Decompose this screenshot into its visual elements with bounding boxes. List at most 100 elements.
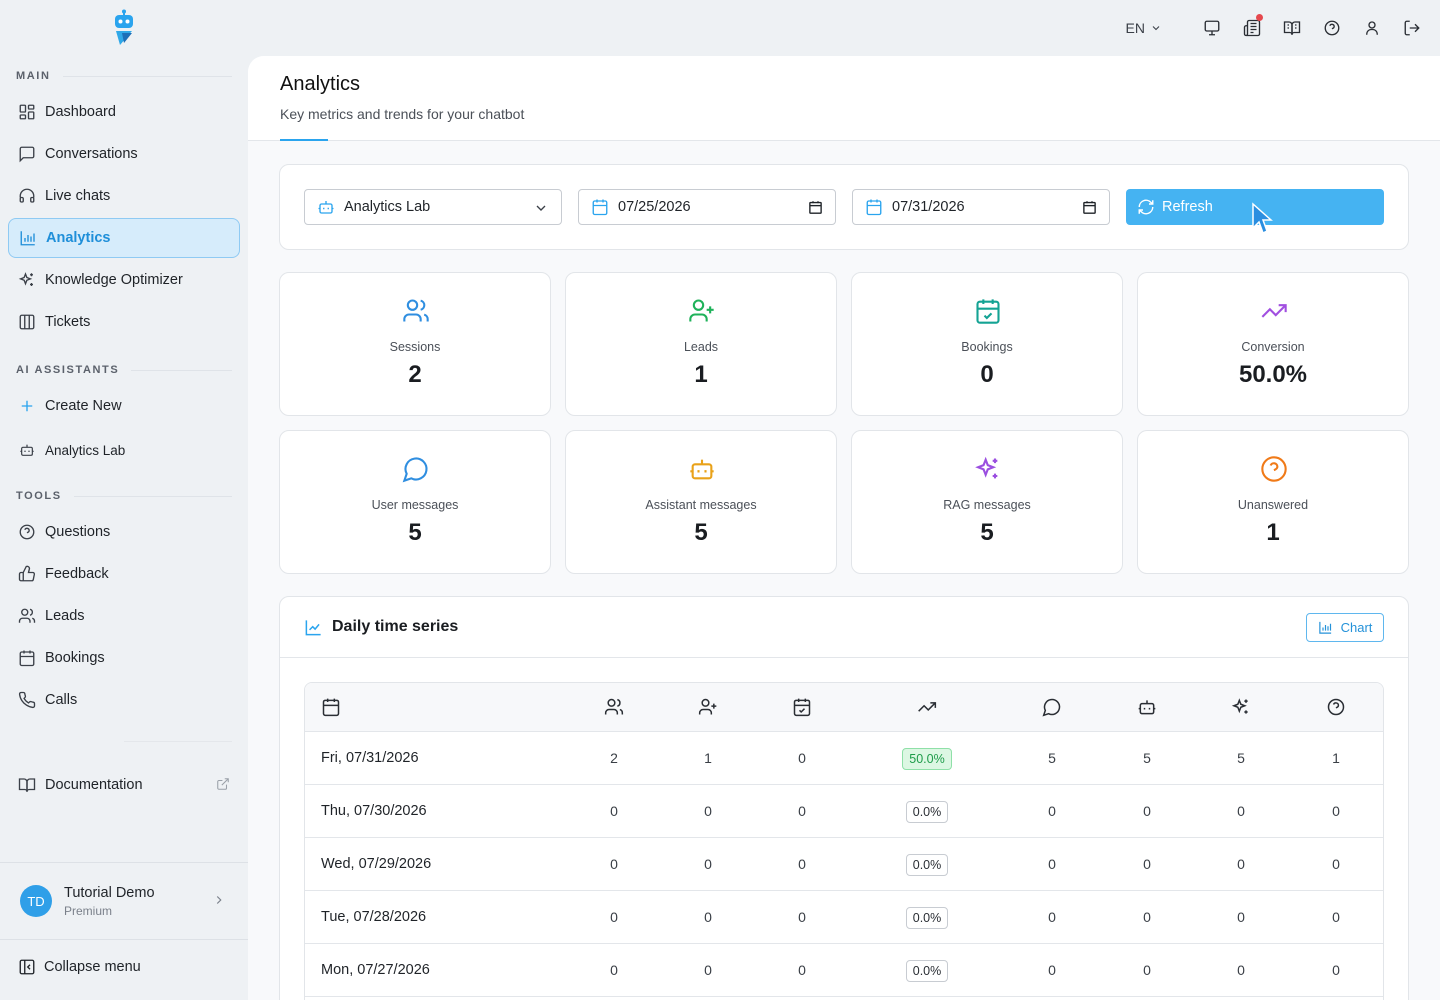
cell-rag-messages: 5 (1237, 750, 1245, 766)
panel-title: Daily time series (332, 618, 459, 635)
table-row[interactable]: Wed, 07/29/2026 0 0 0 0.0% 0 0 0 0 (305, 838, 1383, 891)
book-open-icon[interactable] (1280, 16, 1304, 40)
cell-conversion: 50.0% (887, 732, 967, 784)
logout-icon[interactable] (1400, 16, 1424, 40)
metric-card-unanswered: Unanswered 1 (1137, 430, 1409, 574)
daily-time-series-panel: Daily time series Chart Fri, 07/31/2026 (279, 596, 1409, 1000)
date-to-input[interactable]: 07/31/2026 (852, 189, 1110, 225)
sidebar-item-analytics-lab[interactable]: Analytics Lab (8, 430, 240, 470)
avatar: TD (20, 885, 52, 917)
cell-bookings: 0 (798, 803, 806, 819)
date-picker-icon[interactable] (1082, 200, 1097, 215)
user-icon[interactable] (1360, 16, 1384, 40)
conversion-badge: 0.0% (905, 801, 949, 824)
cell-sessions: 0 (610, 962, 618, 978)
divider (124, 741, 232, 742)
notification-dot (1256, 14, 1263, 21)
sidebar-item-label: Dashboard (45, 104, 116, 120)
filter-bar: Analytics Lab 07/25/2026 07/31/2026 Refr… (279, 164, 1409, 250)
sidebar-item-tickets[interactable]: Tickets (8, 302, 240, 342)
monitor-icon[interactable] (1200, 16, 1224, 40)
cell-leads: 0 (704, 856, 712, 872)
assistant-select[interactable]: Analytics Lab (304, 189, 562, 225)
cell-rag-messages: 0 (1237, 856, 1245, 872)
sidebar-item-label: Bookings (45, 650, 105, 666)
metric-value: 5 (408, 519, 422, 546)
metric-label: Conversion (1241, 340, 1305, 354)
table-row[interactable]: Mon, 07/27/2026 0 0 0 0.0% 0 0 0 0 (305, 944, 1383, 997)
sidebar-item-live-chats[interactable]: Live chats (8, 176, 240, 216)
language-selector[interactable]: EN (1126, 20, 1162, 36)
sidebar-item-analytics[interactable]: Analytics (8, 218, 240, 258)
table-row[interactable]: Thu, 07/30/2026 0 0 0 0.0% 0 0 0 0 (305, 785, 1383, 838)
sidebar-item-label: Tickets (45, 314, 91, 330)
sidebar-item-feedback[interactable]: Feedback (8, 554, 240, 594)
cell-leads: 0 (704, 909, 712, 925)
cell-conversion: 0.0% (887, 891, 967, 943)
users-icon (402, 297, 430, 325)
metric-value: 5 (980, 519, 994, 546)
cell-conversion: 0.0% (887, 785, 967, 837)
user-plus-icon (688, 297, 716, 325)
sparkles-icon (17, 270, 37, 290)
cell-leads: 0 (704, 803, 712, 819)
cell-date: Tue, 07/28/2026 (321, 909, 427, 925)
external-link-icon (216, 777, 230, 791)
sidebar-item-label: Create New (45, 398, 122, 414)
sidebar-item-calls[interactable]: Calls (8, 680, 240, 720)
conversion-badge: 0.0% (905, 960, 949, 983)
cell-sessions: 2 (610, 750, 618, 766)
table-row[interactable]: Fri, 07/31/2026 2 1 0 50.0% 5 5 5 1 (305, 732, 1383, 785)
cell-user-messages: 0 (1048, 803, 1056, 819)
calendar-icon (17, 648, 37, 668)
date-from-input[interactable]: 07/25/2026 (578, 189, 836, 225)
date-picker-icon[interactable] (808, 200, 823, 215)
help-circle-icon[interactable] (1320, 16, 1344, 40)
sidebar-item-documentation[interactable]: Documentation (8, 765, 240, 805)
conversion-badge: 0.0% (905, 907, 949, 930)
collapse-menu-label: Collapse menu (44, 959, 141, 975)
metric-label: Assistant messages (645, 498, 757, 512)
app-logo-icon[interactable] (110, 9, 138, 47)
user-plus-icon (697, 696, 719, 718)
section-label-tools: TOOLS (16, 490, 232, 502)
user-profile[interactable]: TD Tutorial Demo Premium (0, 863, 248, 939)
metric-value: 5 (694, 519, 708, 546)
newspaper-icon[interactable] (1240, 14, 1264, 40)
panel-collapse-icon (18, 958, 36, 976)
table-row[interactable]: Tue, 07/28/2026 0 0 0 0.0% 0 0 0 0 (305, 891, 1383, 944)
table-header (305, 683, 1383, 732)
metric-value: 0 (980, 361, 994, 388)
section-label-main: MAIN (16, 70, 232, 82)
sidebar-item-leads[interactable]: Leads (8, 596, 240, 636)
time-series-table: Fri, 07/31/2026 2 1 0 50.0% 5 5 5 1 Thu,… (304, 682, 1384, 1000)
cell-assistant-messages: 0 (1143, 856, 1151, 872)
trending-up-icon (1260, 297, 1288, 325)
chart-toggle-button[interactable]: Chart (1306, 613, 1384, 642)
date-to-value: 07/31/2026 (892, 199, 965, 215)
calendar-icon (865, 198, 883, 216)
sidebar-item-knowledge-optimizer[interactable]: Knowledge Optimizer (8, 260, 240, 300)
sidebar-item-label: Feedback (45, 566, 109, 582)
message-circle-icon (402, 455, 430, 483)
calendar-icon (591, 198, 609, 216)
cell-bookings: 0 (798, 909, 806, 925)
main-content: Analytics Key metrics and trends for you… (248, 56, 1440, 1000)
page-title: Analytics (280, 73, 361, 95)
sidebar-item-bookings[interactable]: Bookings (8, 638, 240, 678)
cell-user-messages: 0 (1048, 962, 1056, 978)
sidebar-item-conversations[interactable]: Conversations (8, 134, 240, 174)
cell-bookings: 0 (798, 962, 806, 978)
sidebar-item-dashboard[interactable]: Dashboard (8, 92, 240, 132)
sidebar-item-questions[interactable]: Questions (8, 512, 240, 552)
chart-button-label: Chart (1340, 620, 1373, 635)
cell-unanswered: 0 (1332, 803, 1340, 819)
metric-card-leads: Leads 1 (565, 272, 837, 416)
conversion-badge: 0.0% (905, 854, 949, 877)
calendar-icon (320, 696, 342, 718)
collapse-menu-button[interactable]: Collapse menu (18, 958, 141, 976)
sidebar-item-create-new[interactable]: Create New (8, 386, 240, 426)
calendar-check-icon (974, 297, 1002, 325)
bot-icon (317, 198, 335, 216)
cell-assistant-messages: 0 (1143, 803, 1151, 819)
